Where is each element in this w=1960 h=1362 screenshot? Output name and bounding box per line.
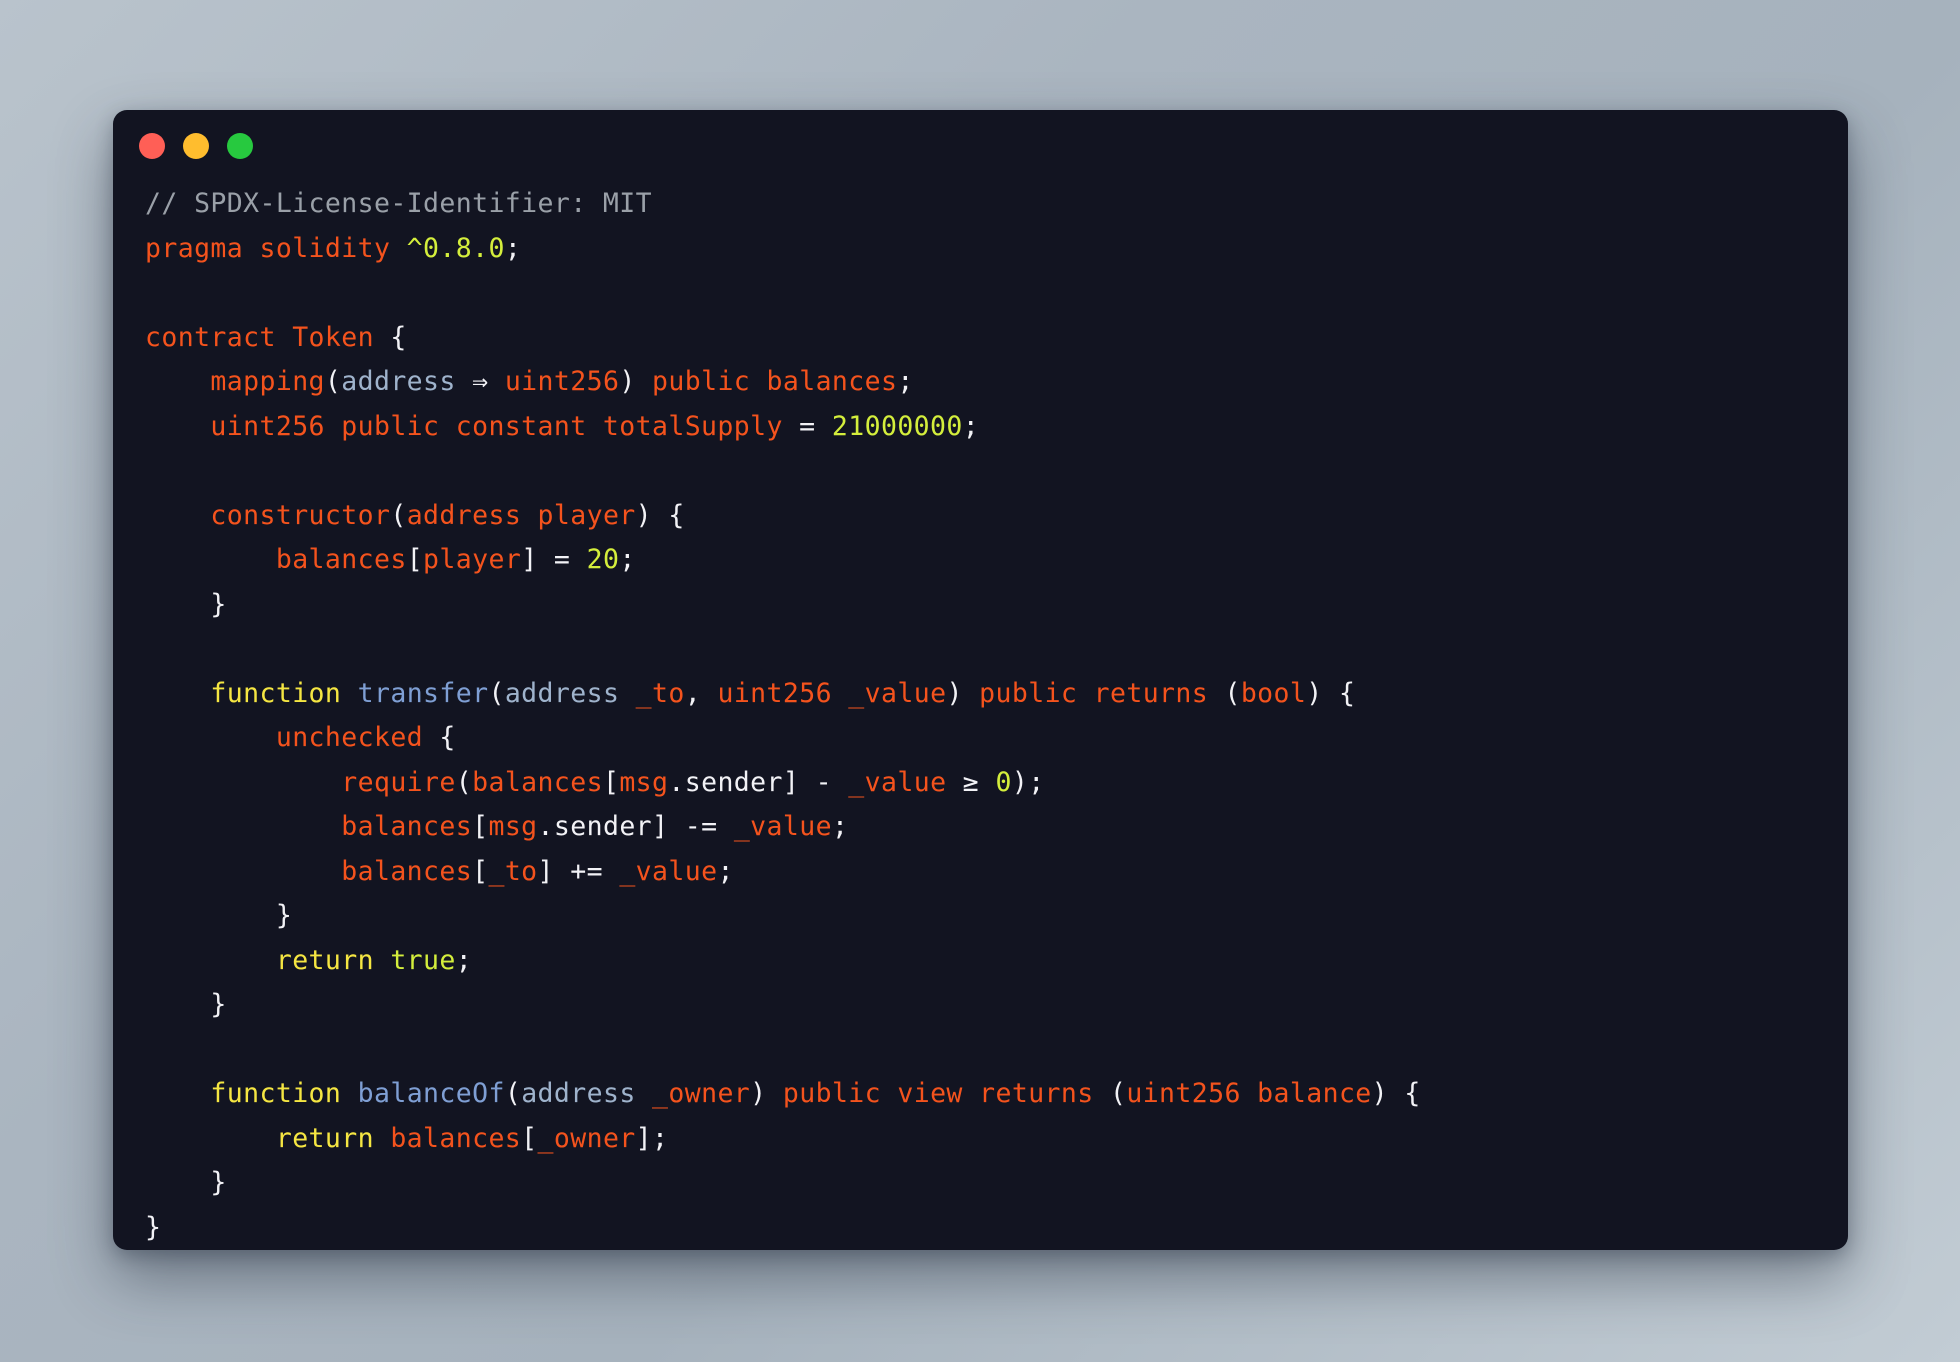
code-line-13: unchecked { [275, 722, 456, 753]
screen: // SPDX-License-Identifier: MIT pragma s… [0, 0, 1960, 1362]
minimize-button[interactable] [183, 133, 209, 159]
code-line-9: balances[player] = 20; [275, 544, 636, 575]
source-code[interactable]: // SPDX-License-Identifier: MIT pragma s… [145, 182, 1848, 1250]
code-line-24: } [145, 1211, 162, 1243]
code-editor-window: // SPDX-License-Identifier: MIT pragma s… [113, 110, 1848, 1250]
code-line-4: contract Token { [145, 321, 407, 353]
code-line-14: require(balances[msg.sender] - _value ≥ … [341, 766, 1045, 798]
code-line-6: uint256 public constant totalSupply = 21… [210, 410, 980, 442]
window-titlebar [113, 110, 1848, 182]
code-line-18: return true; [275, 944, 473, 976]
code-line-23: } [210, 1167, 227, 1198]
code-line-19: } [210, 989, 227, 1020]
code-line-2: pragma solidity ^0.8.0; [145, 232, 522, 264]
code-line-17: } [275, 900, 293, 931]
maximize-button[interactable] [227, 133, 253, 159]
code-line-10: } [210, 588, 227, 620]
code-content-area[interactable]: // SPDX-License-Identifier: MIT pragma s… [113, 182, 1848, 1250]
code-line-15: balances[msg.sender] -= _value; [341, 811, 849, 842]
code-line-5: mapping(address ⇒ uint256) public balanc… [210, 366, 914, 397]
code-line-8: constructor(address player) { [210, 499, 685, 531]
code-line-1: // SPDX-License-Identifier: MIT [145, 188, 652, 219]
code-line-22: return balances[_owner]; [275, 1122, 669, 1154]
code-line-16: balances[_to] += _value; [341, 855, 734, 887]
close-button[interactable] [139, 133, 165, 159]
code-line-21: function balanceOf(address _owner) publi… [210, 1078, 1421, 1109]
code-line-12: function transfer(address _to, uint256 _… [210, 677, 1356, 709]
